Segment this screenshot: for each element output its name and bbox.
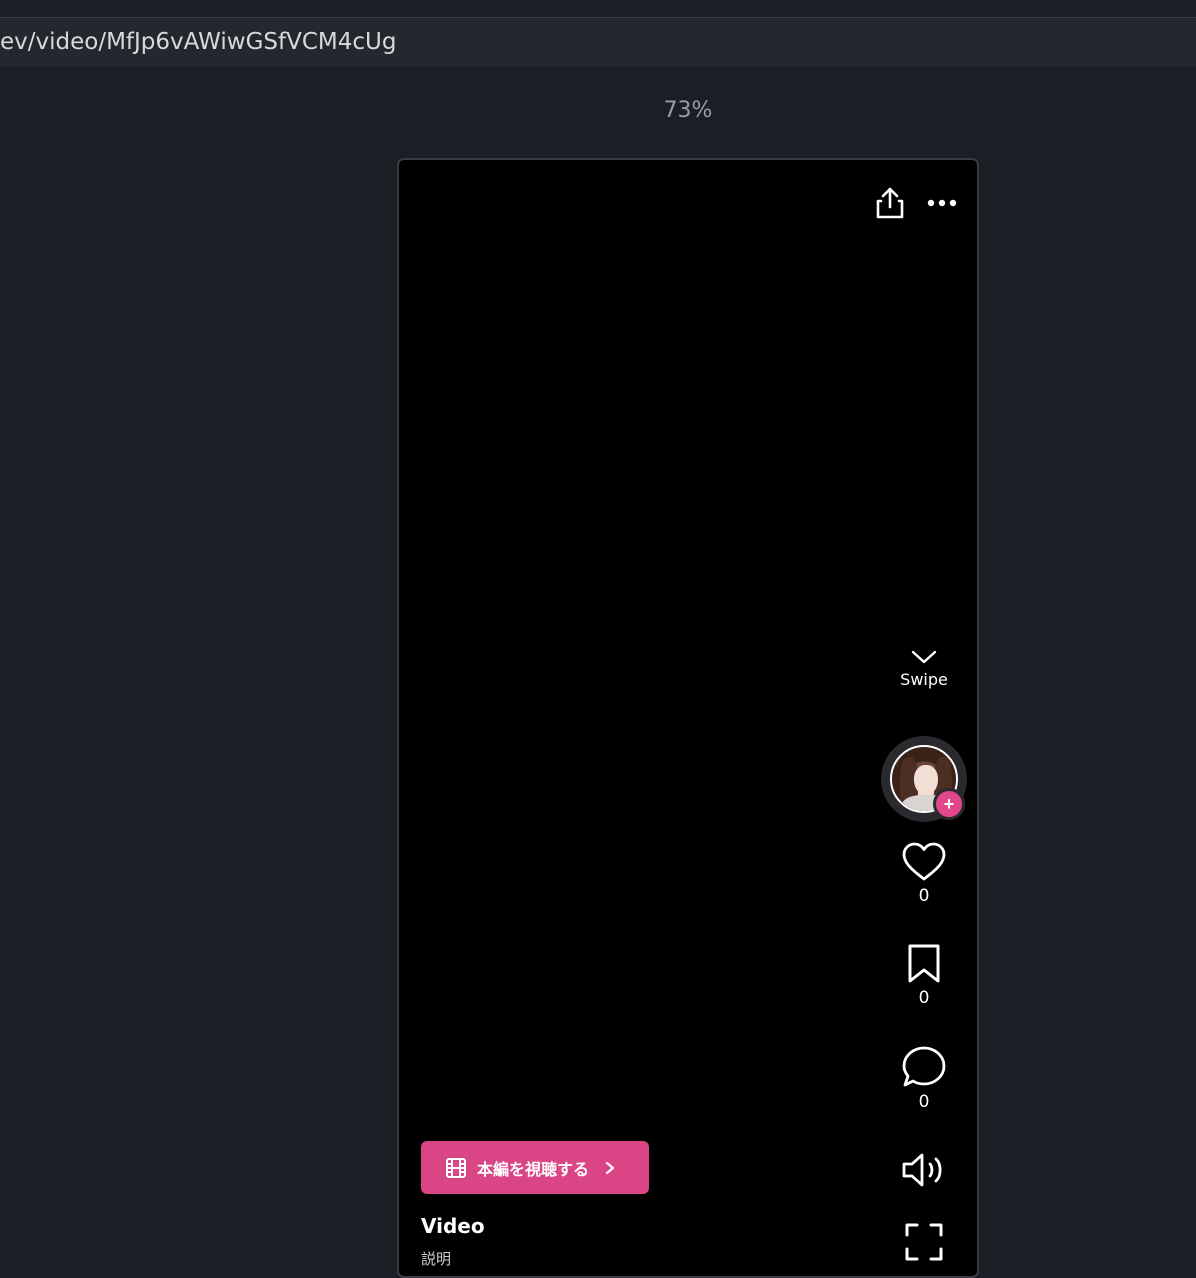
comment-count: 0 [918,1092,930,1112]
fullscreen-button[interactable] [902,1220,946,1264]
share-icon [876,187,904,219]
fullscreen-icon [905,1223,943,1261]
creator-avatar-button[interactable]: + [881,736,967,822]
more-options-button[interactable] [921,182,963,224]
avatar-face [914,765,938,795]
comment-button[interactable]: 0 [877,1046,971,1112]
sound-toggle-button[interactable] [899,1150,949,1190]
url-text[interactable]: ev/video/MfJp6vAWiwGSfVCM4cUg [0,29,396,55]
follow-button[interactable]: + [933,788,965,820]
watch-full-video-label: 本編を視聴する [477,1159,590,1179]
swipe-label: Swipe [900,670,948,689]
watch-full-video-button[interactable]: 本編を視聴する [421,1141,649,1194]
zoom-level: 73% [663,98,713,123]
bookmark-icon [908,944,940,983]
heart-icon [902,842,946,881]
chevron-down-icon [911,650,937,664]
video-description: 説明 [421,1250,452,1268]
comment-icon [902,1046,946,1087]
share-button[interactable] [869,182,911,224]
like-button[interactable]: 0 [877,842,971,906]
speaker-icon [902,1153,942,1187]
more-icon [927,199,957,207]
swipe-hint[interactable]: Swipe [877,650,971,689]
video-player[interactable]: Swipe + 0 0 0 本編を視聴する Video 説明 [397,158,979,1278]
chevron-right-icon [605,1161,615,1174]
browser-top-strip [0,0,1196,18]
bookmark-button[interactable]: 0 [877,944,971,1008]
bookmark-count: 0 [918,988,930,1008]
like-count: 0 [918,886,930,906]
film-icon [446,1157,466,1178]
video-title: Video [421,1214,485,1238]
